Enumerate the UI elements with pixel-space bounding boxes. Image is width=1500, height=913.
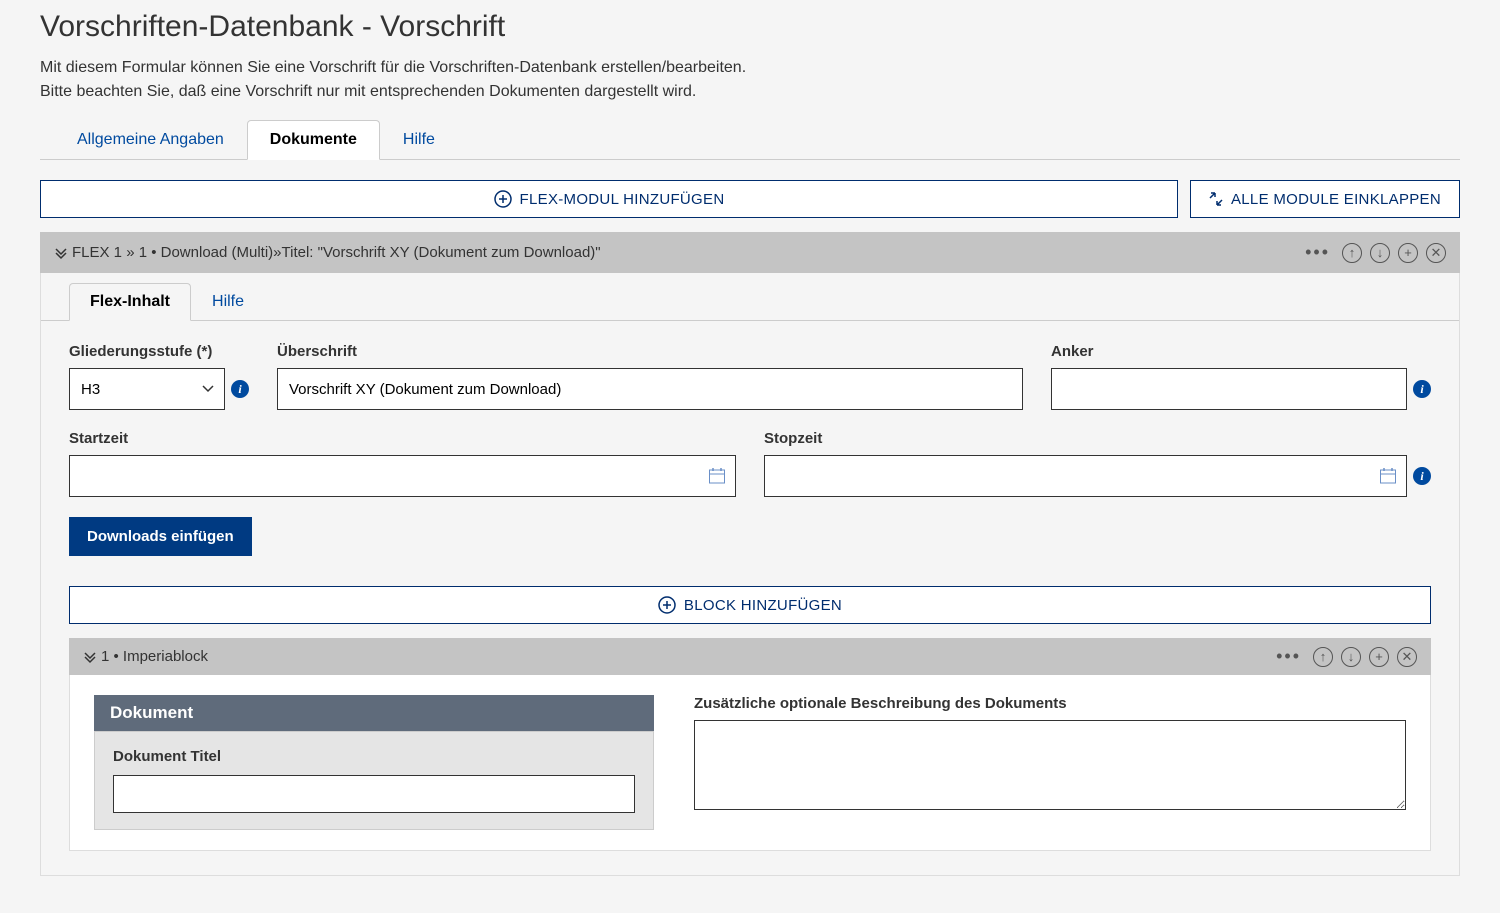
top-tabs: Allgemeine Angaben Dokumente Hilfe: [40, 120, 1460, 160]
page-title: Vorschriften-Datenbank - Vorschrift: [40, 10, 1460, 44]
startzeit-input[interactable]: [69, 455, 736, 497]
ueberschrift-input[interactable]: [277, 368, 1023, 410]
collapse-icon: [1209, 192, 1223, 206]
gliederungsstufe-label: Gliederungsstufe (*): [69, 343, 249, 360]
collapse-all-label: ALLE MODULE EINKLAPPEN: [1231, 191, 1441, 208]
move-up-icon[interactable]: ↑: [1313, 647, 1333, 667]
plus-circle-icon: [494, 190, 512, 208]
zusaetzliche-beschreibung-label: Zusätzliche optionale Beschreibung des D…: [694, 695, 1406, 712]
sub-block-header: 1 • Imperiablock ••• ↑ ↓ + ✕: [69, 638, 1431, 675]
delete-icon[interactable]: ✕: [1426, 243, 1446, 263]
tab-dokumente[interactable]: Dokumente: [247, 120, 380, 160]
sub-block-header-text: 1 • Imperiablock: [101, 648, 208, 665]
flex-modul-hinzufuegen-button[interactable]: FLEX-MODUL HINZUFÜGEN: [40, 180, 1178, 218]
tab-allgemeine-angaben[interactable]: Allgemeine Angaben: [54, 120, 247, 159]
zusaetzliche-beschreibung-textarea[interactable]: [694, 720, 1406, 810]
inner-tabs: Flex-Inhalt Hilfe: [41, 273, 1459, 321]
calendar-icon[interactable]: [708, 467, 726, 485]
move-up-icon[interactable]: ↑: [1342, 243, 1362, 263]
tab-hilfe[interactable]: Hilfe: [380, 120, 458, 159]
downloads-einfuegen-button[interactable]: Downloads einfügen: [69, 517, 252, 556]
flex-module-header: FLEX 1 » 1 • Download (Multi)»Titel: "Vo…: [40, 232, 1460, 273]
more-options-icon[interactable]: •••: [1301, 242, 1334, 263]
move-down-icon[interactable]: ↓: [1370, 243, 1390, 263]
flex-add-label: FLEX-MODUL HINZUFÜGEN: [520, 191, 725, 208]
info-icon[interactable]: i: [231, 380, 249, 398]
tab-inner-hilfe[interactable]: Hilfe: [191, 283, 265, 320]
add-icon[interactable]: +: [1369, 647, 1389, 667]
double-chevron-down-icon[interactable]: [83, 650, 97, 664]
dokument-panel-header: Dokument: [94, 695, 654, 731]
block-hinzufuegen-button[interactable]: BLOCK HINZUFÜGEN: [69, 586, 1431, 624]
startzeit-label: Startzeit: [69, 430, 736, 447]
desc-line-2: Bitte beachten Sie, daß eine Vorschrift …: [40, 83, 696, 100]
alle-module-einklappen-button[interactable]: ALLE MODULE EINKLAPPEN: [1190, 180, 1460, 218]
block-add-label: BLOCK HINZUFÜGEN: [684, 597, 842, 614]
ueberschrift-label: Überschrift: [277, 343, 1023, 360]
stopzeit-label: Stopzeit: [764, 430, 1431, 447]
info-icon[interactable]: i: [1413, 467, 1431, 485]
dokument-titel-input[interactable]: [113, 775, 635, 813]
dokument-titel-label: Dokument Titel: [113, 748, 635, 765]
add-icon[interactable]: +: [1398, 243, 1418, 263]
plus-circle-icon: [658, 596, 676, 614]
desc-line-1: Mit diesem Formular können Sie eine Vors…: [40, 59, 746, 76]
anker-input[interactable]: [1051, 368, 1407, 410]
page-description: Mit diesem Formular können Sie eine Vors…: [40, 56, 1460, 104]
gliederungsstufe-select[interactable]: H3: [69, 368, 225, 410]
info-icon[interactable]: i: [1413, 380, 1431, 398]
stopzeit-input[interactable]: [764, 455, 1407, 497]
double-chevron-down-icon[interactable]: [54, 246, 68, 260]
move-down-icon[interactable]: ↓: [1341, 647, 1361, 667]
flex-header-text: FLEX 1 » 1 • Download (Multi)»Titel: "Vo…: [72, 244, 601, 261]
delete-icon[interactable]: ✕: [1397, 647, 1417, 667]
more-options-icon[interactable]: •••: [1272, 646, 1305, 667]
tab-flex-inhalt[interactable]: Flex-Inhalt: [69, 283, 191, 321]
anker-label: Anker: [1051, 343, 1431, 360]
calendar-icon[interactable]: [1379, 467, 1397, 485]
